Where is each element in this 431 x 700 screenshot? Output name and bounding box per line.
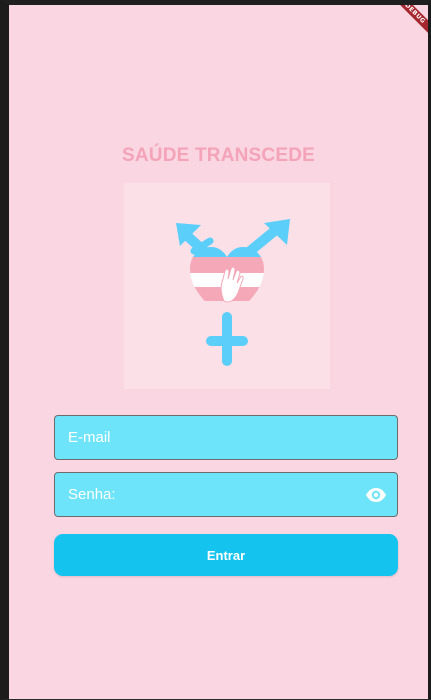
debug-banner: DEBUG — [388, 5, 428, 45]
debug-banner-label: DEBUG — [388, 5, 428, 42]
email-input[interactable] — [55, 416, 397, 459]
password-input[interactable] — [55, 473, 397, 516]
login-button[interactable]: Entrar — [54, 534, 398, 576]
password-field[interactable] — [54, 472, 398, 517]
email-field[interactable] — [54, 415, 398, 460]
eye-icon[interactable] — [363, 482, 389, 508]
login-screen: DEBUG SAÚDE TRANSCEDE E-mail Entrar — [9, 5, 428, 699]
transgender-heart-logo-icon — [176, 219, 290, 366]
app-title: SAÚDE TRANSCEDE — [121, 145, 316, 166]
app-logo — [124, 183, 330, 389]
device-frame: DEBUG SAÚDE TRANSCEDE E-mail Entrar — [0, 0, 431, 700]
